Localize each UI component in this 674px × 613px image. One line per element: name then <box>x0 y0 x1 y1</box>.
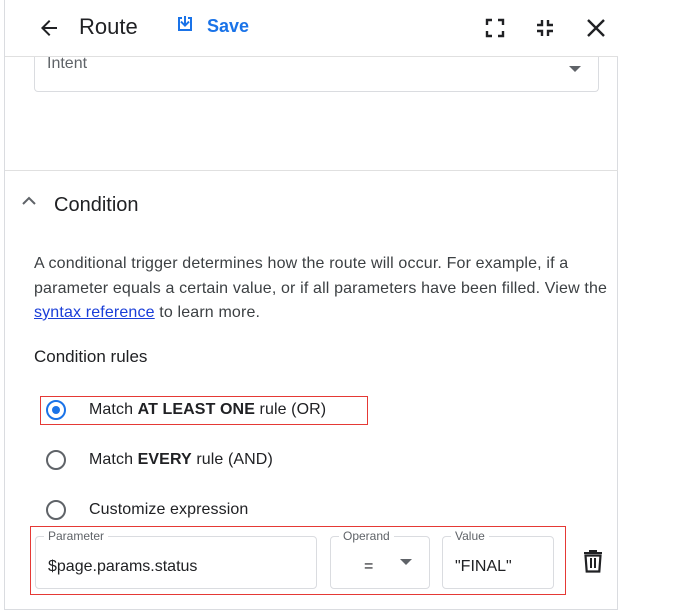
description-text-start: A conditional trigger determines how the… <box>34 255 608 297</box>
page-title: Route <box>79 14 138 39</box>
intent-label: Intent <box>47 55 88 72</box>
radio-button[interactable] <box>46 450 66 470</box>
save-label: Save <box>207 16 250 36</box>
panel-header: Route Save <box>5 0 618 57</box>
condition-collapse-toggle[interactable] <box>20 192 38 215</box>
delete-rule-icon[interactable] <box>583 549 603 578</box>
back-arrow-icon[interactable] <box>35 14 63 42</box>
radio-button[interactable] <box>46 500 66 520</box>
close-icon[interactable] <box>583 15 609 41</box>
save-icon <box>175 14 195 39</box>
fullscreen-icon[interactable] <box>483 16 507 40</box>
radio-label: Customize expression <box>89 501 249 518</box>
condition-title: Condition <box>54 194 139 216</box>
description-text-end: to learn more. <box>154 304 261 321</box>
section-divider <box>5 170 618 171</box>
highlight-box <box>40 396 368 425</box>
dropdown-arrow-icon <box>569 66 581 72</box>
condition-rules-title: Condition rules <box>34 347 148 366</box>
radio-label: Match EVERY rule (AND) <box>89 451 273 468</box>
condition-description: A conditional trigger determines how the… <box>34 252 614 326</box>
radio-customize-expression[interactable]: Customize expression <box>46 500 248 520</box>
highlight-box <box>30 526 566 595</box>
syntax-reference-link[interactable]: syntax reference <box>34 304 155 321</box>
exit-fullscreen-icon[interactable] <box>533 16 557 40</box>
chevron-up-icon <box>20 192 38 215</box>
save-button[interactable]: Save <box>175 14 249 39</box>
radio-match-every[interactable]: Match EVERY rule (AND) <box>46 450 273 470</box>
